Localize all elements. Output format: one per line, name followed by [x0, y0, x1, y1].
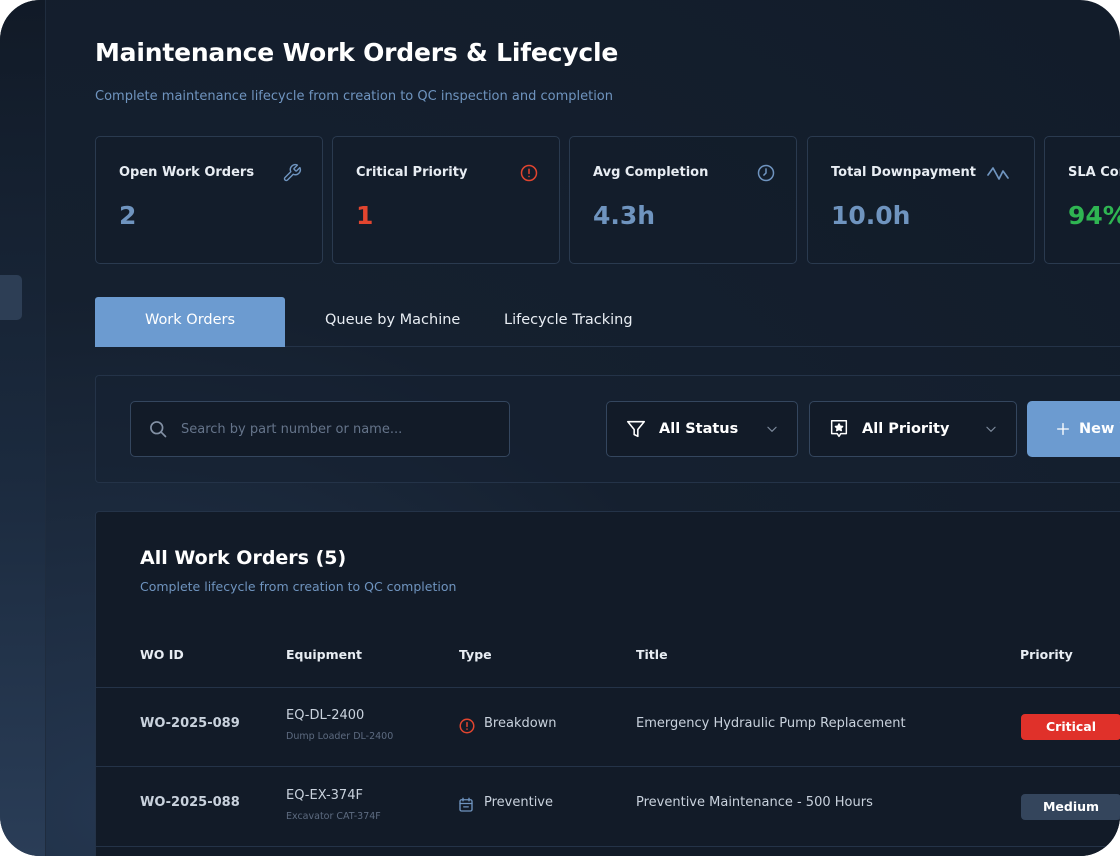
table-subtitle: Complete lifecycle from creation to QC c…: [140, 579, 457, 594]
type-cell: Preventive: [484, 795, 553, 810]
column-header-priority[interactable]: Priority: [1020, 647, 1073, 662]
equipment-name-cell: Dump Loader DL-2400: [286, 731, 394, 742]
clock-icon: [757, 164, 775, 182]
activity-icon: [987, 167, 1009, 180]
row-divider: [96, 846, 1120, 847]
equipment-name-cell: Excavator CAT-374F: [286, 811, 381, 822]
new-button-label: New W: [1079, 421, 1120, 437]
app-window: Maintenance Work Orders & Lifecycle Comp…: [0, 0, 1120, 856]
search-input[interactable]: [181, 402, 501, 456]
tab-queue-by-machine[interactable]: Queue by Machine: [325, 297, 460, 347]
search-box[interactable]: [130, 401, 510, 457]
chevron-down-icon: [767, 426, 777, 432]
priority-filter-select[interactable]: All Priority: [809, 401, 1017, 457]
column-header-equipment[interactable]: Equipment: [286, 647, 362, 662]
sidebar-collapse-handle[interactable]: [0, 275, 22, 320]
stat-value: 10.0h: [831, 201, 911, 230]
stat-value: 4.3h: [593, 201, 656, 230]
stat-label: Total Downpayment: [831, 165, 977, 180]
stat-card-avg-completion: Avg Completion 4.3h: [569, 136, 797, 264]
equipment-code-cell: EQ-DL-2400: [286, 708, 365, 723]
column-header-wo-id[interactable]: WO ID: [140, 647, 184, 662]
tab-lifecycle-tracking[interactable]: Lifecycle Tracking: [504, 297, 633, 347]
stat-value: 2: [119, 201, 137, 230]
stat-label: Critical Priority: [356, 165, 468, 180]
tab-work-orders[interactable]: Work Orders: [95, 297, 285, 347]
star-badge-icon: [830, 420, 848, 438]
search-icon: [150, 421, 167, 438]
sidebar-rail: [0, 0, 46, 856]
type-cell: Breakdown: [484, 716, 557, 731]
wo-id-cell: WO-2025-089: [140, 716, 240, 731]
alert-circle-icon: [459, 718, 475, 734]
stat-card-critical-priority: Critical Priority 1: [332, 136, 560, 264]
page-title: Maintenance Work Orders & Lifecycle: [95, 38, 619, 67]
plus-icon: [1057, 423, 1069, 435]
stat-value: 94%: [1068, 201, 1120, 230]
title-cell: Emergency Hydraulic Pump Replacement: [636, 716, 906, 731]
equipment-code-cell: EQ-EX-374F: [286, 788, 363, 803]
stat-card-sla-compliance: SLA Com 94%: [1044, 136, 1120, 264]
new-work-order-button[interactable]: New W: [1027, 401, 1120, 457]
stat-value: 1: [356, 201, 374, 230]
stat-card-total-downpayment: Total Downpayment 10.0h: [807, 136, 1035, 264]
column-header-type[interactable]: Type: [459, 647, 492, 662]
wrench-icon: [283, 163, 302, 182]
stat-label: Avg Completion: [593, 165, 709, 180]
status-filter-value: All Status: [659, 421, 739, 437]
chevron-down-icon: [986, 426, 996, 432]
stat-card-open-work-orders: Open Work Orders 2: [95, 136, 323, 264]
row-divider: [96, 687, 1120, 688]
filter-icon: [626, 420, 646, 438]
page-subtitle: Complete maintenance lifecycle from crea…: [95, 89, 614, 104]
table-title: All Work Orders (5): [140, 547, 347, 569]
stat-label: Open Work Orders: [119, 165, 255, 180]
wo-id-cell: WO-2025-088: [140, 795, 240, 810]
stat-label: SLA Com: [1068, 165, 1120, 180]
alert-circle-icon: [520, 164, 538, 182]
priority-badge-critical: Critical: [1021, 714, 1120, 740]
column-header-title[interactable]: Title: [636, 647, 668, 662]
calendar-icon: [459, 797, 473, 812]
row-divider: [96, 766, 1120, 767]
title-cell: Preventive Maintenance - 500 Hours: [636, 795, 873, 810]
priority-badge-medium: Medium: [1021, 794, 1120, 820]
status-filter-select[interactable]: All Status: [606, 401, 798, 457]
priority-filter-value: All Priority: [862, 421, 950, 437]
